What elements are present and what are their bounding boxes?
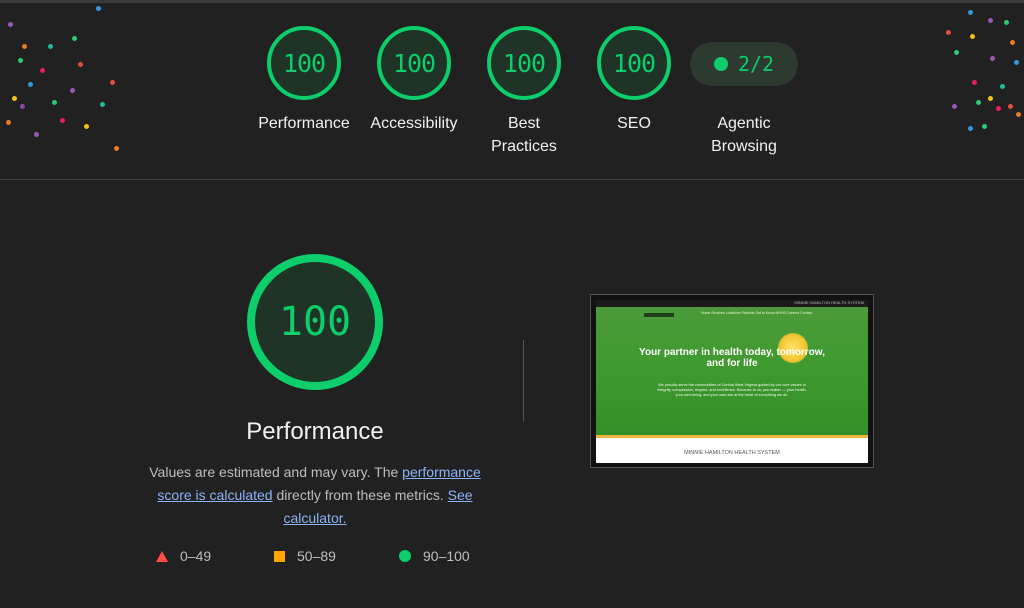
agentic-pill: 2/2 — [690, 42, 798, 86]
gauge-score: 100 — [282, 48, 326, 78]
gauge-ring: 100 — [377, 26, 451, 100]
final-screenshot[interactable]: MINNIE HAMILTON HEALTH SYSTEM Home Servi… — [590, 294, 874, 468]
description-middle: directly from these metrics. — [272, 487, 448, 503]
screenshot-image: MINNIE HAMILTON HEALTH SYSTEM Home Servi… — [596, 300, 868, 463]
gauge-best-practices[interactable]: 100 Best Practices — [469, 26, 579, 158]
score-legend: 0–49 50–89 90–100 — [0, 548, 1024, 568]
gauge-label: Best Practices — [491, 115, 557, 155]
legend-range: 50–89 — [297, 548, 336, 564]
gauge-score: 100 — [612, 48, 656, 78]
gauge-performance[interactable]: 100 Performance — [249, 26, 359, 135]
pass-dot-icon — [713, 57, 728, 71]
gauge-ring: 100 — [267, 26, 341, 100]
gauge-agentic-browsing[interactable]: 2/2 Agentic Browsing — [689, 26, 799, 158]
orange-square-icon — [274, 550, 285, 562]
vertical-separator — [523, 340, 524, 422]
performance-title: Performance — [246, 418, 384, 445]
legend-range: 90–100 — [423, 548, 470, 564]
gauge-score: 100 — [392, 48, 436, 78]
legend-range: 0–49 — [180, 548, 212, 564]
screenshot-hero: Home Services Locations Patients Get to … — [596, 307, 868, 435]
performance-description: Values are estimated and may vary. The p… — [135, 461, 495, 530]
gauge-seo[interactable]: 100 SEO — [579, 26, 689, 135]
confetti-dot — [968, 10, 973, 15]
agentic-score: 2/2 — [737, 52, 775, 76]
screenshot-body: We proudly serve the communities of Cent… — [657, 383, 807, 397]
legend-item-fail: 0–49 — [156, 548, 211, 564]
confetti-dot — [988, 18, 993, 23]
gauge-ring: 100 — [597, 26, 671, 100]
gauge-accessibility[interactable]: 100 Accessibility — [359, 26, 469, 135]
gauge-label: Agentic Browsing — [711, 115, 777, 155]
screenshot-footer: MINNIE HAMILTON HEALTH SYSTEM — [684, 450, 780, 456]
performance-gauge-large: 100 — [247, 254, 383, 390]
screenshot-stripe — [596, 435, 868, 438]
section-divider — [0, 179, 1024, 180]
gauge-label: Accessibility — [370, 115, 458, 132]
performance-score-large: 100 — [278, 299, 352, 345]
confetti-dot — [1004, 20, 1009, 25]
description-prefix: Values are estimated and may vary. The — [149, 464, 403, 480]
screenshot-logo — [644, 313, 674, 317]
screenshot-topbar: MINNIE HAMILTON HEALTH SYSTEM — [596, 300, 868, 307]
gauge-label: Performance — [258, 115, 350, 132]
confetti-dot — [96, 6, 101, 11]
red-triangle-icon — [156, 550, 168, 562]
legend-item-pass: 90–100 — [399, 548, 470, 564]
gauge-ring: 100 — [487, 26, 561, 100]
gauge-score: 100 — [502, 48, 546, 78]
green-circle-icon — [399, 550, 411, 562]
summary-gauges: 100 Performance 100 Accessibility 100 Be… — [0, 26, 1024, 166]
screenshot-topbar-text: MINNIE HAMILTON HEALTH SYSTEM — [794, 300, 864, 305]
gauge-label: SEO — [617, 115, 651, 132]
legend-item-average: 50–89 — [274, 548, 336, 564]
top-rule — [0, 0, 1024, 3]
screenshot-headline: Your partner in health today, tomorrow, … — [639, 347, 825, 369]
screenshot-nav: Home Services Locations Patients Get to … — [701, 311, 813, 315]
